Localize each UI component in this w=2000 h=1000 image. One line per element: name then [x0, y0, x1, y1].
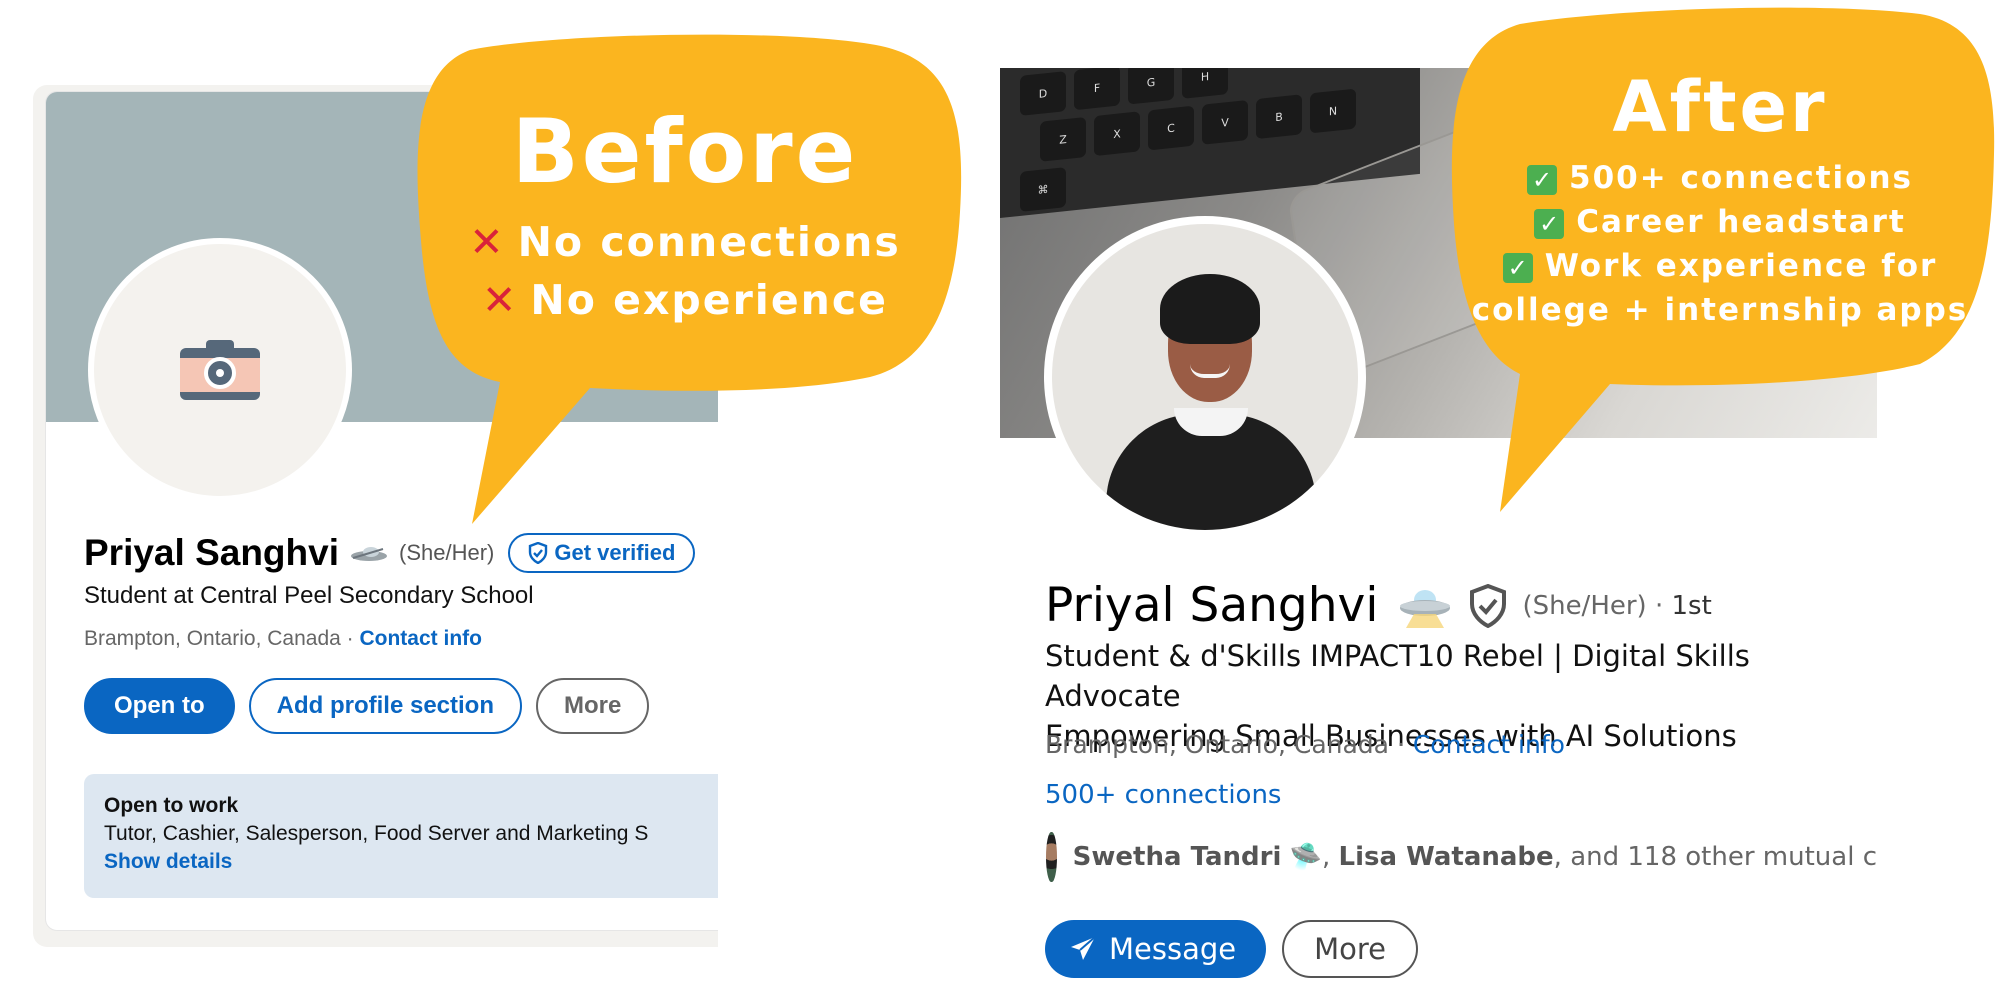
after-actions: Message More — [1045, 920, 1419, 978]
open-to-button[interactable]: Open to — [84, 678, 235, 734]
profile-location: Brampton, Ontario, Canada · — [1045, 730, 1413, 759]
more-button[interactable]: More — [536, 678, 650, 734]
profile-location-row: Brampton, Ontario, Canada · Contact info — [1045, 730, 1565, 759]
after-bubble-point: ✓ Career headstart — [1460, 204, 1980, 240]
before-bubble-point: ✕ No experience — [482, 276, 888, 324]
more-button[interactable]: More — [1282, 920, 1419, 978]
add-profile-section-button[interactable]: Add profile section — [248, 678, 523, 734]
ufo-icon — [1400, 589, 1451, 628]
after-bubble-title: After — [1612, 66, 1828, 148]
message-button[interactable]: Message — [1045, 920, 1267, 978]
x-mark-icon: ✕ — [469, 218, 506, 266]
profile-location: Brampton, Ontario, Canada · — [84, 627, 360, 650]
check-mark-icon: ✓ — [1502, 252, 1533, 283]
connection-degree: 1st — [1671, 590, 1712, 621]
comparison-graphic: Priyal Sanghvi (She/Her) Get verified St… — [0, 0, 2000, 1000]
profile-location-row: Brampton, Ontario, Canada · Contact info — [84, 627, 482, 651]
connections-link[interactable]: 500+ connections — [1045, 780, 1281, 810]
profile-name: Priyal Sanghvi — [1045, 578, 1379, 633]
check-mark-icon: ✓ — [1534, 208, 1565, 239]
before-name-row: Priyal Sanghvi (She/Her) Get verified — [84, 532, 696, 574]
before-actions: Open to Add profile section More — [84, 678, 650, 734]
send-icon — [1071, 936, 1096, 960]
contact-info-link[interactable]: Contact info — [359, 627, 481, 650]
mutual-avatar — [1045, 830, 1059, 884]
open-to-work-title: Open to work — [104, 794, 239, 817]
ufo-icon: 🛸 — [1289, 842, 1323, 872]
message-label: Message — [1109, 932, 1237, 966]
before-bubble-title: Before — [511, 100, 859, 203]
pronouns: (She/Her) — [399, 540, 495, 565]
camera-icon — [180, 340, 260, 400]
mutual-connections-text: Swetha Tandri 🛸, Lisa Watanabe, and 118 … — [1072, 842, 1877, 872]
before-bubble-point: ✕ No connections — [469, 218, 901, 266]
x-mark-icon: ✕ — [482, 276, 519, 324]
contact-info-link[interactable]: Contact info — [1413, 730, 1565, 759]
show-details-link[interactable]: Show details — [104, 850, 718, 874]
profile-headline: Student at Central Peel Secondary School — [84, 582, 534, 609]
mutual-connections-row[interactable]: Swetha Tandri 🛸, Lisa Watanabe, and 118 … — [1045, 830, 1877, 884]
after-bubble-point-continued: college + internship apps — [1471, 292, 1969, 328]
after-avatar[interactable] — [1044, 216, 1366, 538]
get-verified-button[interactable]: Get verified — [508, 533, 696, 573]
ufo-icon — [351, 547, 387, 561]
after-bubble-point: ✓ 500+ connections — [1460, 160, 1980, 196]
open-to-work-roles: Tutor, Cashier, Salesperson, Food Server… — [104, 822, 649, 845]
check-mark-icon: ✓ — [1527, 164, 1558, 195]
pronouns-degree: (She/Her) · 1st — [1522, 590, 1712, 621]
shield-check-icon — [1470, 583, 1507, 628]
after-name-row: Priyal Sanghvi (She/Her) · 1st — [1045, 578, 1712, 633]
profile-name: Priyal Sanghvi — [84, 532, 339, 573]
get-verified-label: Get verified — [554, 540, 676, 565]
after-bubble-point: ✓ Work experience for — [1460, 248, 1980, 284]
verified-shield-icon — [529, 542, 548, 564]
open-to-work-box: Open to work Tutor, Cashier, Salesperson… — [84, 774, 718, 898]
before-avatar-placeholder[interactable] — [88, 238, 352, 502]
